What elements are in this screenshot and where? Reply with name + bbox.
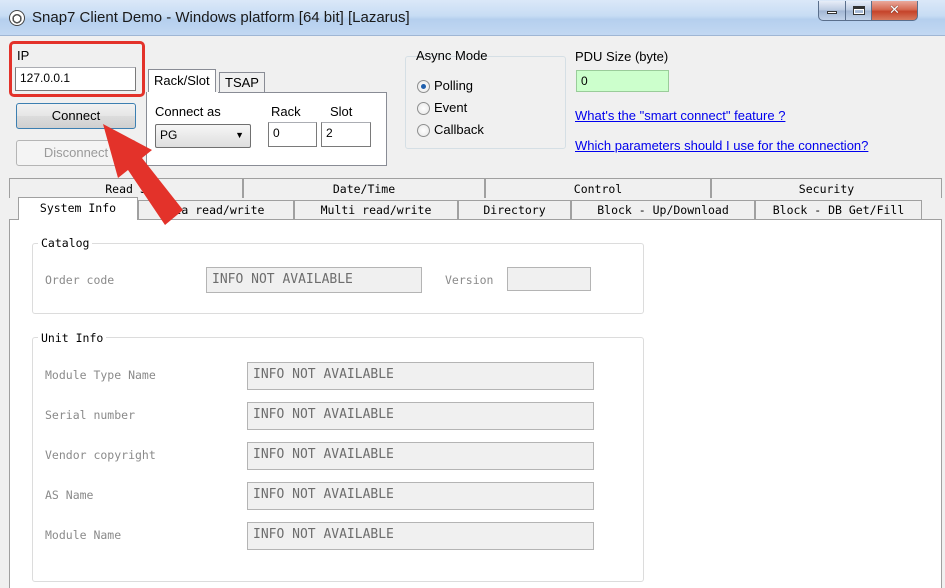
annotation-arrow-icon <box>103 124 183 225</box>
arrow-shape <box>103 124 183 225</box>
